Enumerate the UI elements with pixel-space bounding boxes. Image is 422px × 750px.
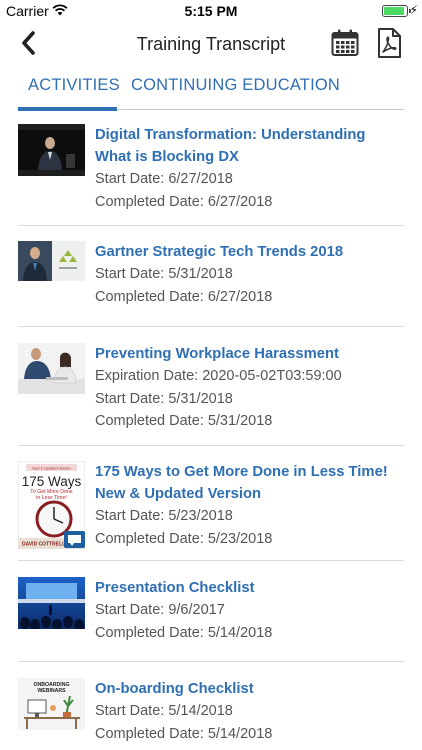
battery-icon — [382, 5, 411, 17]
tab-bar: ACTIVITIES CONTINUING EDUCATION — [18, 70, 404, 111]
list-item[interactable]: ONBOARDING WEBINARS On-boarding Checklis… — [18, 662, 404, 750]
activity-start-date: Start Date: 5/14/2018 — [95, 703, 233, 719]
activity-completed-date: Completed Date: 5/14/2018 — [95, 624, 273, 641]
calendar-icon[interactable] — [330, 28, 360, 58]
activity-start-date: Start Date: 5/31/2018 — [95, 266, 233, 282]
book-cover-subtitle-2: in Less Time! — [36, 495, 67, 501]
status-time: 5:15 PM — [184, 3, 238, 19]
activity-completed-date: Completed Date: 5/14/2018 — [95, 725, 273, 742]
activity-title[interactable]: Gartner Strategic Tech Trends 2018 — [95, 241, 404, 263]
activity-title[interactable]: Preventing Workplace Harassment — [95, 343, 404, 365]
activity-completed-date: Completed Date: 6/27/2018 — [95, 288, 273, 305]
activity-completed-date: Completed Date: 6/27/2018 — [95, 193, 273, 210]
thumb-text-webinars: WEBINARS — [37, 688, 66, 694]
charging-icon: ⚡ — [409, 3, 418, 17]
activity-start-date: Start Date: 5/23/2018 — [95, 508, 233, 524]
activity-completed-date: Completed Date: 5/23/2018 — [95, 530, 273, 547]
activity-thumbnail — [18, 124, 85, 176]
nav-bar: Training Transcript — [0, 22, 422, 66]
activity-thumbnail — [18, 241, 85, 281]
activity-thumbnail: ONBOARDING WEBINARS — [18, 678, 85, 730]
activity-title[interactable]: Digital Transformation: Understanding Wh… — [95, 124, 404, 168]
activity-list: Digital Transformation: Understanding Wh… — [18, 110, 404, 750]
list-item[interactable]: New & Updated Version 175 Ways To Get Mo… — [18, 446, 404, 561]
book-cover-title-text: 175 Ways — [22, 474, 82, 489]
activity-title[interactable]: 175 Ways to Get More Done in Less Time! … — [95, 461, 404, 505]
tab-continuing-education[interactable]: CONTINUING EDUCATION — [131, 76, 340, 95]
activity-start-date: Start Date: 9/6/2017 — [95, 602, 225, 618]
list-item[interactable]: Digital Transformation: Understanding Wh… — [18, 110, 404, 226]
pdf-icon[interactable] — [374, 27, 404, 59]
activity-completed-date: Completed Date: 5/31/2018 — [95, 413, 273, 429]
book-cover-top-text: New & Updated Version — [32, 467, 70, 471]
activity-thumbnail: New & Updated Version 175 Ways To Get Mo… — [18, 461, 85, 549]
tab-activities[interactable]: ACTIVITIES — [28, 76, 120, 95]
list-item[interactable]: Presentation Checklist Start Date: 9/6/2… — [18, 561, 404, 662]
activity-start-date: Start Date: 5/31/2018 — [95, 390, 233, 407]
activity-title[interactable]: Presentation Checklist — [95, 577, 404, 599]
activity-thumbnail — [18, 343, 85, 394]
list-item[interactable]: Preventing Workplace Harassment Expirati… — [18, 327, 404, 446]
activity-title[interactable]: On-boarding Checklist — [95, 678, 404, 700]
book-cover-author: DAVID COTTRELL — [22, 542, 65, 548]
activity-thumbnail — [18, 577, 85, 629]
list-item[interactable]: Gartner Strategic Tech Trends 2018 Start… — [18, 226, 404, 327]
activity-start-date: Start Date: 6/27/2018 — [95, 171, 233, 187]
activity-expiration-date: Expiration Date: 2020-05-02T03:59:00 — [95, 368, 342, 384]
status-bar: Carrier 5:15 PM ⚡ — [0, 0, 422, 22]
